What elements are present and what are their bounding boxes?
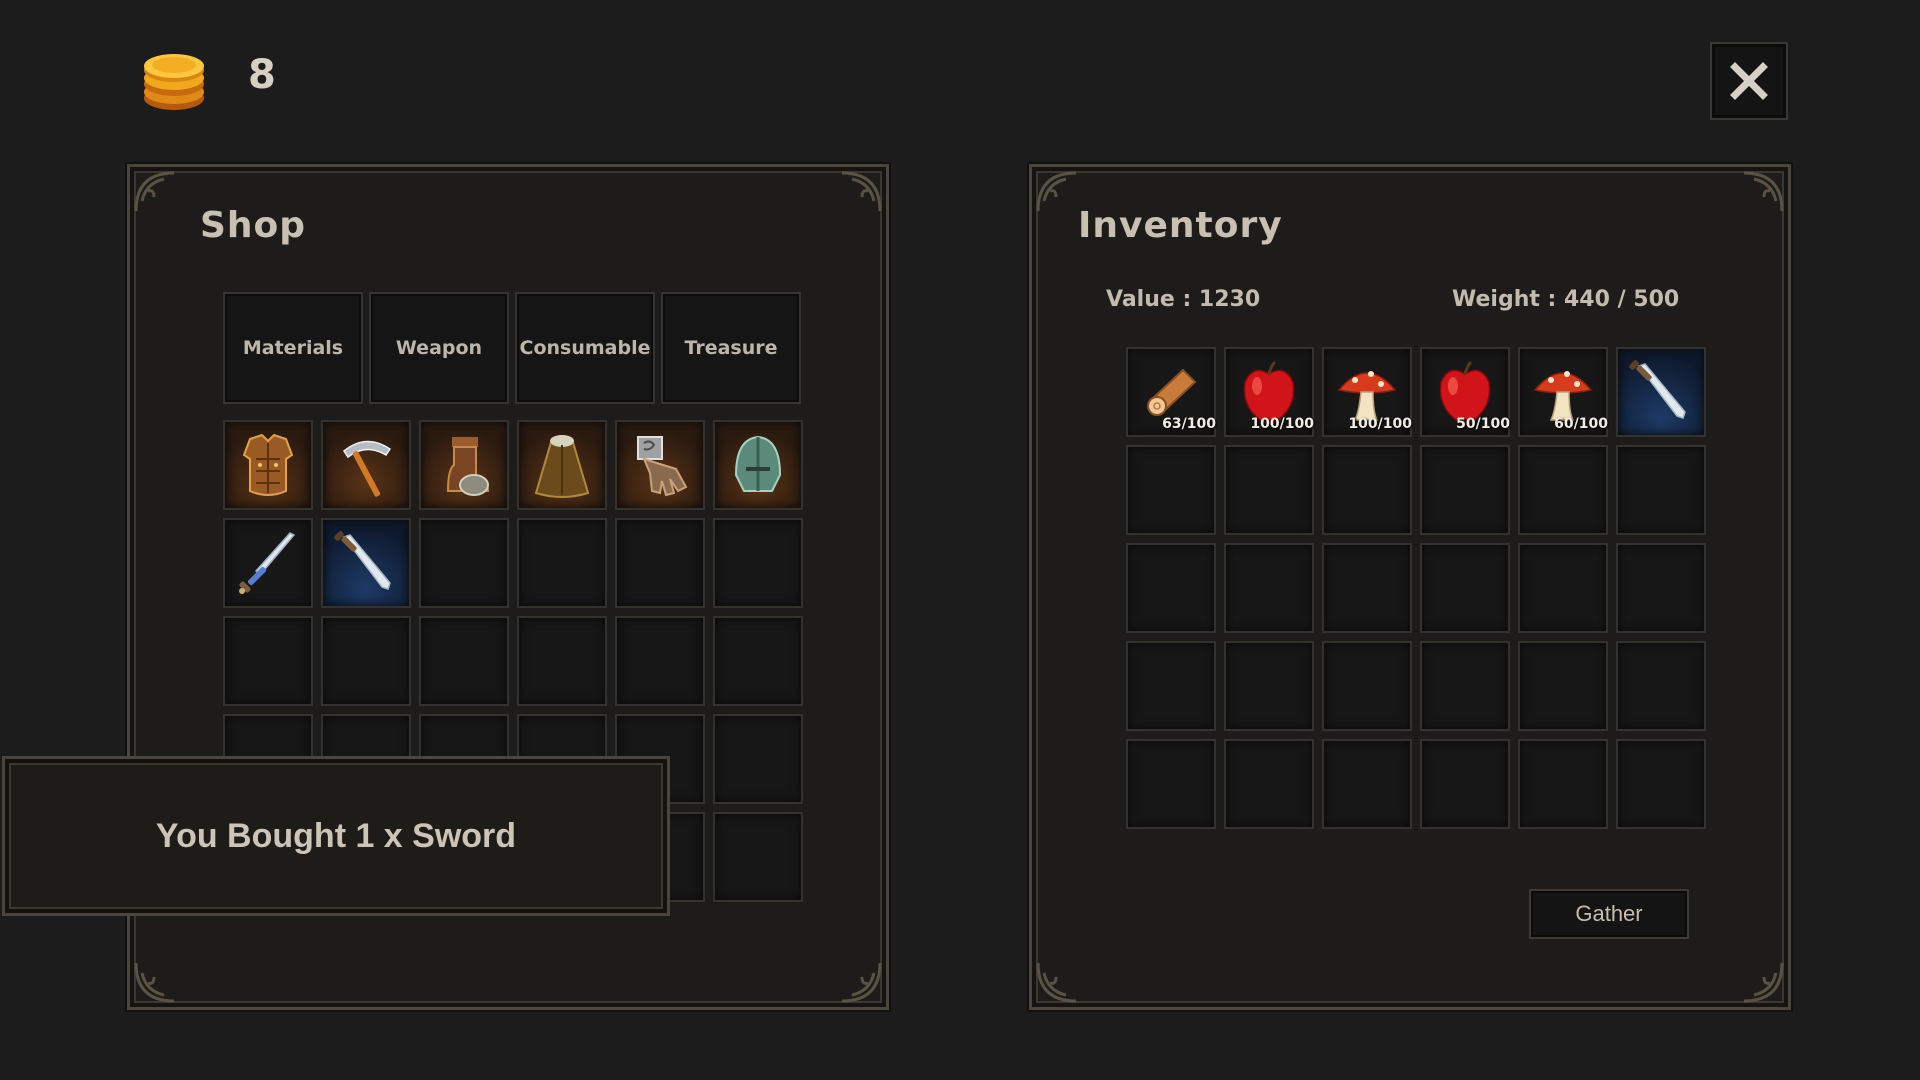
item-quantity: 60/100: [1554, 416, 1608, 432]
empty-slot[interactable]: [1616, 543, 1706, 633]
pickaxe-icon: [342, 440, 392, 497]
empty-slot[interactable]: [1420, 641, 1510, 731]
empty-slot[interactable]: [419, 518, 509, 608]
item-quantity: 63/100: [1162, 416, 1216, 432]
inventory-value: Value : 1230: [1106, 287, 1261, 312]
empty-slot[interactable]: [1322, 543, 1412, 633]
inventory-panel: Inventory Value : 1230 Weight : 440 / 50…: [1029, 164, 1791, 1010]
gold-count: 8: [248, 52, 276, 98]
item-slot[interactable]: 60/100: [1518, 347, 1608, 437]
empty-slot[interactable]: [1420, 543, 1510, 633]
gather-button[interactable]: Gather: [1529, 889, 1689, 939]
helmet-icon: [734, 435, 782, 492]
empty-slot[interactable]: [517, 518, 607, 608]
shop-title: Shop: [200, 205, 307, 246]
notification-text: You Bought 1 x Sword: [155, 816, 517, 855]
cloak-icon: [534, 435, 590, 498]
gauntlet-icon: [637, 436, 688, 497]
item-slot[interactable]: [1616, 347, 1706, 437]
longsword-icon: [239, 532, 296, 594]
boots-icon: [446, 437, 490, 496]
shop-tabs: Materials Weapon Consumable Treasure: [223, 292, 801, 404]
inventory-weight: Weight : 440 / 500: [1452, 287, 1680, 312]
tab-materials[interactable]: Materials: [223, 292, 363, 404]
empty-slot[interactable]: [1518, 445, 1608, 535]
item-quantity: 50/100: [1456, 416, 1510, 432]
empty-slot[interactable]: [419, 616, 509, 706]
empty-slot[interactable]: [1518, 543, 1608, 633]
tab-treasure[interactable]: Treasure: [661, 292, 801, 404]
empty-slot[interactable]: [1224, 543, 1314, 633]
empty-slot[interactable]: [517, 616, 607, 706]
tab-consumable[interactable]: Consumable: [515, 292, 655, 404]
item-slot[interactable]: [321, 518, 411, 608]
ornament-corner: [841, 171, 882, 212]
empty-slot[interactable]: [321, 616, 411, 706]
item-slot[interactable]: [517, 420, 607, 510]
empty-slot[interactable]: [713, 616, 803, 706]
empty-slot[interactable]: [713, 518, 803, 608]
empty-slot[interactable]: [615, 518, 705, 608]
ornament-corner: [1036, 962, 1077, 1003]
close-icon: [1730, 62, 1768, 100]
empty-slot[interactable]: [713, 812, 803, 902]
empty-slot[interactable]: [1224, 739, 1314, 829]
item-slot[interactable]: [223, 420, 313, 510]
ornament-corner: [134, 962, 175, 1003]
item-slot[interactable]: 100/100: [1322, 347, 1412, 437]
empty-slot[interactable]: [1616, 739, 1706, 829]
empty-slot[interactable]: [1420, 445, 1510, 535]
tab-weapon[interactable]: Weapon: [369, 292, 509, 404]
gold-coin-stack-icon: [144, 54, 204, 110]
empty-slot[interactable]: [1420, 739, 1510, 829]
empty-slot[interactable]: [1322, 739, 1412, 829]
inventory-item-grid: 63/100 100/100 100/100 50/100 60/100: [1126, 347, 1706, 829]
ornament-corner: [1743, 962, 1784, 1003]
empty-slot[interactable]: [1518, 739, 1608, 829]
ornament-corner: [134, 171, 175, 212]
empty-slot[interactable]: [1616, 641, 1706, 731]
empty-slot[interactable]: [1322, 641, 1412, 731]
empty-slot[interactable]: [223, 616, 313, 706]
empty-slot[interactable]: [1126, 739, 1216, 829]
empty-slot[interactable]: [1126, 445, 1216, 535]
empty-slot[interactable]: [1322, 445, 1412, 535]
empty-slot[interactable]: [1224, 445, 1314, 535]
empty-slot[interactable]: [1616, 445, 1706, 535]
item-slot[interactable]: [419, 420, 509, 510]
empty-slot[interactable]: [1224, 641, 1314, 731]
item-slot[interactable]: 100/100: [1224, 347, 1314, 437]
ornament-corner: [1743, 171, 1784, 212]
item-slot[interactable]: 63/100: [1126, 347, 1216, 437]
item-quantity: 100/100: [1250, 416, 1314, 432]
empty-slot[interactable]: [1126, 641, 1216, 731]
item-slot[interactable]: [223, 518, 313, 608]
ornament-corner: [841, 962, 882, 1003]
chest-armor-icon: [242, 433, 294, 496]
close-button[interactable]: [1710, 42, 1788, 120]
item-quantity: 100/100: [1348, 416, 1412, 432]
item-slot[interactable]: [321, 420, 411, 510]
item-slot[interactable]: [615, 420, 705, 510]
sword-icon: [1629, 360, 1686, 419]
empty-slot[interactable]: [1518, 641, 1608, 731]
item-slot[interactable]: 50/100: [1420, 347, 1510, 437]
inventory-title: Inventory: [1078, 205, 1283, 246]
empty-slot[interactable]: [713, 714, 803, 804]
empty-slot[interactable]: [615, 616, 705, 706]
empty-slot[interactable]: [1126, 543, 1216, 633]
item-slot[interactable]: [713, 420, 803, 510]
purchase-notification: You Bought 1 x Sword: [2, 756, 670, 916]
sword-icon: [334, 531, 391, 590]
